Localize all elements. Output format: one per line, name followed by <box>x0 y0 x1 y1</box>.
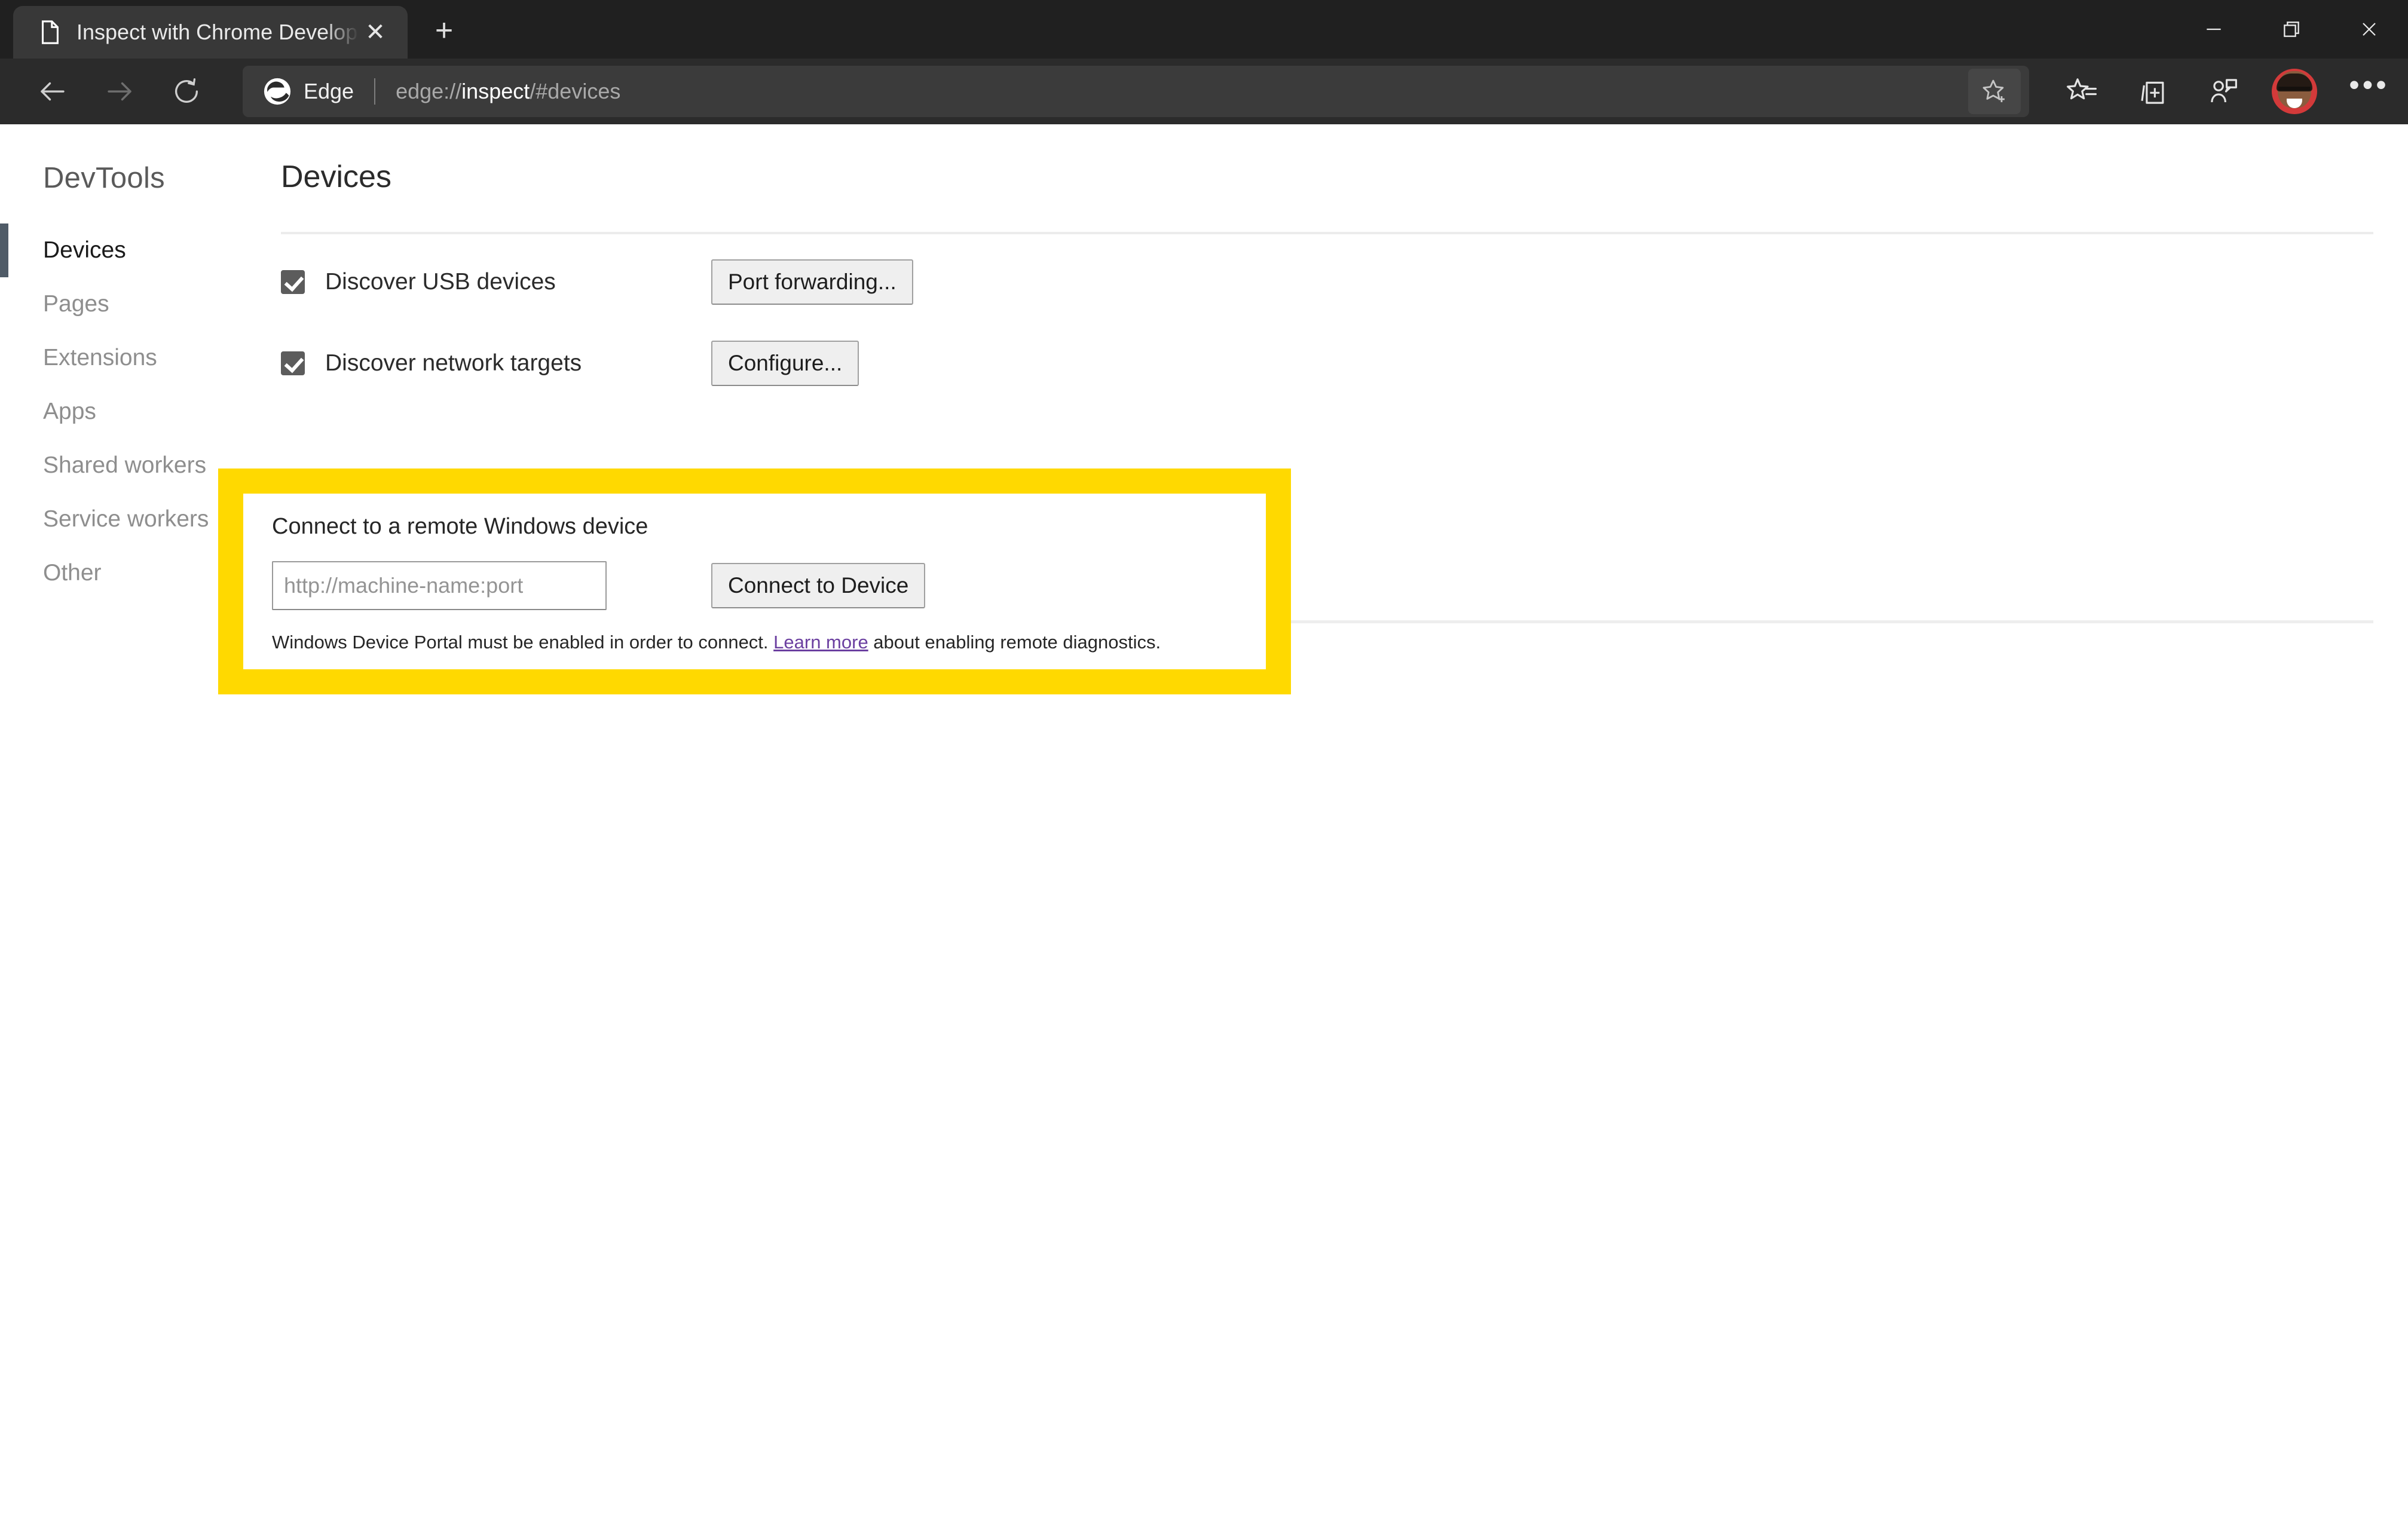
title-bar: Inspect with Chrome Developer T ✕ + <box>0 0 2408 59</box>
checkbox-checked-icon[interactable] <box>281 270 305 294</box>
close-window-button[interactable] <box>2330 0 2408 59</box>
collections-icon[interactable] <box>2118 63 2188 120</box>
sidebar-item-label: Apps <box>43 399 96 424</box>
sidebar-item-label: Shared workers <box>43 452 207 478</box>
discover-usb-checkbox-group[interactable]: Discover USB devices <box>281 269 711 295</box>
devices-panel: Devices Discover USB devices Port forwar… <box>281 124 2408 1531</box>
title-divider <box>281 232 2373 234</box>
learn-more-link[interactable]: Learn more <box>773 632 868 653</box>
window-controls <box>2175 0 2408 59</box>
forward-icon[interactable] <box>91 63 148 120</box>
discover-usb-row: Discover USB devices Port forwarding... <box>281 249 2408 316</box>
discover-usb-label: Discover USB devices <box>325 269 556 295</box>
settings-and-more-button[interactable]: ••• <box>2330 63 2408 120</box>
configure-button[interactable]: Configure... <box>711 340 859 387</box>
connect-to-device-button[interactable]: Connect to Device <box>711 562 926 609</box>
minimize-button[interactable] <box>2175 0 2253 59</box>
note-text-before: Windows Device Portal must be enabled in… <box>272 632 774 653</box>
remote-device-controls: Connect to Device <box>272 561 1237 610</box>
edge-logo-icon <box>262 76 293 107</box>
sidebar-item-label: Pages <box>43 291 109 317</box>
url-suffix: /#devices <box>530 79 621 103</box>
sidebar-item-label: Service workers <box>43 506 209 532</box>
port-forwarding-button[interactable]: Port forwarding... <box>711 259 913 305</box>
url-prefix: edge:// <box>396 79 462 103</box>
user-avatar[interactable] <box>2272 69 2317 114</box>
address-bar[interactable]: Edge edge://inspect/#devices <box>243 66 2029 117</box>
sidebar-item-devices[interactable]: Devices <box>0 223 281 277</box>
sidebar-item-extensions[interactable]: Extensions <box>0 331 281 385</box>
discover-network-label: Discover network targets <box>325 350 582 376</box>
favorites-list-icon[interactable] <box>2047 63 2118 120</box>
remote-device-address-input[interactable] <box>272 561 607 610</box>
checkbox-checked-icon[interactable] <box>281 351 305 375</box>
inspect-page: DevTools Devices Pages Extensions Apps S… <box>0 124 2408 1531</box>
page-title: Devices <box>281 160 391 194</box>
browser-window: Inspect with Chrome Developer T ✕ + <box>0 0 2408 1531</box>
url-emphasis: inspect <box>461 79 530 103</box>
remote-windows-device-section: Connect to a remote Windows device Conne… <box>243 494 1266 669</box>
refresh-icon[interactable] <box>158 63 215 120</box>
url-text: edge://inspect/#devices <box>396 79 1968 104</box>
share-profile-icon[interactable] <box>2188 63 2259 120</box>
sidebar-title: DevTools <box>43 162 165 194</box>
close-tab-icon[interactable]: ✕ <box>359 16 392 49</box>
sidebar-item-pages[interactable]: Pages <box>0 277 281 331</box>
sidebar-item-label: Extensions <box>43 345 157 370</box>
tab-title: Inspect with Chrome Developer T <box>77 20 359 44</box>
brand-label: Edge <box>304 79 354 103</box>
new-tab-button[interactable]: + <box>418 5 470 56</box>
url-divider <box>374 78 376 105</box>
discover-network-checkbox-group[interactable]: Discover network targets <box>281 350 711 376</box>
tab-strip: Inspect with Chrome Developer T ✕ + <box>0 0 470 59</box>
remote-device-heading: Connect to a remote Windows device <box>272 514 648 539</box>
sidebar-item-label: Devices <box>43 237 126 263</box>
highlight-callout: Connect to a remote Windows device Conne… <box>218 469 1291 694</box>
navigation-toolbar: Edge edge://inspect/#devices ••• <box>0 59 2408 124</box>
browser-tab[interactable]: Inspect with Chrome Developer T ✕ <box>13 6 408 59</box>
devtools-sidebar: DevTools Devices Pages Extensions Apps S… <box>0 124 281 1531</box>
back-icon[interactable] <box>24 63 81 120</box>
restore-button[interactable] <box>2253 0 2330 59</box>
avatar-glasses <box>2278 87 2311 96</box>
sidebar-item-label: Other <box>43 560 102 586</box>
star-plus-icon[interactable] <box>1968 69 2021 114</box>
note-text-after: about enabling remote diagnostics. <box>868 632 1161 653</box>
sidebar-item-apps[interactable]: Apps <box>0 385 281 439</box>
page-icon <box>36 19 63 46</box>
discover-network-row: Discover network targets Configure... <box>281 330 2408 397</box>
remote-device-note: Windows Device Portal must be enabled in… <box>272 632 1237 653</box>
